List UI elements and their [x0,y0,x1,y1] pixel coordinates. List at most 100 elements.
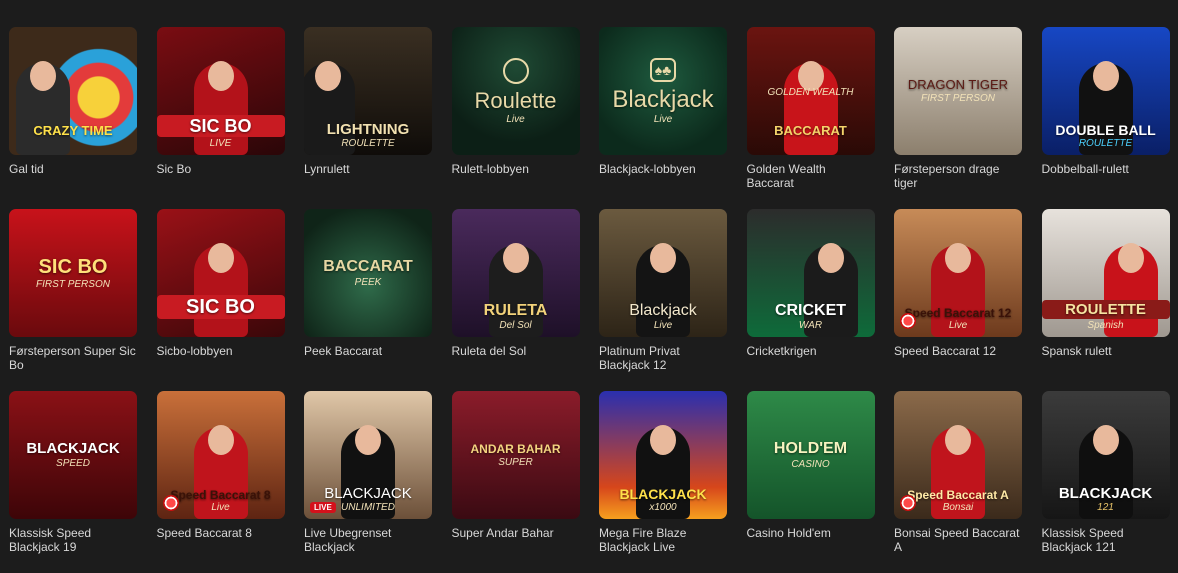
game-grid: CRAZY TIME Gal tid SIC BO LIVE Sic Bo LIGHTNI… [9,27,1170,573]
game-title[interactable]: Live Ubegrenset Blackjack [304,526,432,554]
game-logo: SIC BO [38,255,108,278]
game-tile-klassisk-speed-blackjack-121[interactable]: BLACKJACK 121 Klassisk Speed Blackjack 121 [1041,391,1170,573]
game-thumbnail[interactable]: CRAZY TIME [9,27,137,155]
casino-chip-icon [900,495,916,511]
game-tile-dobbelball-rulett[interactable]: DOUBLE BALL ROULETTE Dobbelball-rulett [1041,27,1170,209]
game-title[interactable]: Speed Baccarat 8 [157,526,285,540]
game-tile-cricketkrigen[interactable]: CRICKET WAR Cricketkrigen [746,209,875,391]
game-thumbnail[interactable]: LIGHTNING ROULETTE [304,27,432,155]
game-logo-subtitle: Spanish [1087,320,1124,331]
game-logo-subtitle: Live [506,113,525,125]
game-thumbnail[interactable]: BLACKJACK SPEED [9,391,137,519]
game-title[interactable]: Golden Wealth Baccarat [747,162,875,190]
game-tile-platinum-privat-blackjack-12[interactable]: Blackjack Live Platinum Privat Blackjack 1… [599,209,727,391]
game-thumbnail[interactable]: CRICKET WAR [746,209,875,337]
game-tile-gal-tid[interactable]: CRAZY TIME Gal tid [9,27,137,209]
game-thumbnail[interactable]: ROULETTE Spanish [1041,209,1170,337]
game-logo: BLACKJACK [1058,485,1153,502]
game-title[interactable]: Mega Fire Blaze Blackjack Live [599,526,727,554]
game-logo: Roulette [474,87,557,113]
game-tile-bonsai-speed-baccarat-a[interactable]: Speed Baccarat A Bonsai Bonsai Speed Bacca… [894,391,1022,573]
game-thumbnail[interactable]: RULETA Del Sol [451,209,580,337]
game-title[interactable]: Lynrulett [304,162,432,176]
game-logo: SIC BO [156,295,285,319]
game-thumbnail[interactable]: DOUBLE BALL ROULETTE [1041,27,1170,155]
game-title[interactable]: Sicbo-lobbyen [157,344,285,358]
game-thumbnail[interactable]: BACCARAT PEEK [304,209,432,337]
casino-chip-icon [162,495,179,511]
game-tile-blackjack-lobbyen[interactable]: ♠♣ Blackjack Live Blackjack-lobbyen [599,27,727,209]
game-logo: RULETA [483,302,548,319]
game-tile-sicbo-lobbyen[interactable]: SIC BO Sicbo-lobbyen [156,209,285,391]
game-title[interactable]: Klassisk Speed Blackjack 19 [9,526,137,554]
game-title[interactable]: Bonsai Speed Baccarat A [894,526,1022,554]
game-title[interactable]: Speed Baccarat 12 [894,344,1022,358]
game-tile-klassisk-speed-blackjack-19[interactable]: BLACKJACK SPEED Klassisk Speed Blackjack 1… [9,391,137,573]
game-logo: BLACKJACK [324,485,412,502]
game-title[interactable]: Førsteperson Super Sic Bo [9,344,137,372]
cards-icon: ♠♣ [649,57,677,82]
game-thumbnail[interactable]: Blackjack Live [599,209,727,337]
game-tile-live-ubegrenset-blackjack[interactable]: BLACKJACK UNLIMITED LIVE Live Ubegrenset Bl… [304,391,432,573]
game-logo-subtitle: CASINO [791,458,830,470]
game-thumbnail[interactable]: Speed Baccarat 8 Live [156,391,285,519]
game-title[interactable]: Ruleta del Sol [452,344,580,358]
game-title[interactable]: Sic Bo [157,162,285,176]
game-logo: BLACKJACK [26,440,120,457]
game-thumbnail[interactable]: BLACKJACK UNLIMITED LIVE [304,391,432,519]
game-tile-speed-baccarat-8[interactable]: Speed Baccarat 8 Live Speed Baccarat 8 [156,391,285,573]
game-logo-subtitle: Del Sol [499,320,532,331]
game-tile-f-rsteperson-drage-tiger[interactable]: DRAGON TIGER FIRST PERSON Førsteperson dra… [894,27,1022,209]
game-thumbnail[interactable]: SIC BO FIRST PERSON [9,209,137,337]
game-logo: ANDAR BAHAR [470,441,561,456]
game-title[interactable]: Rulett-lobbyen [452,162,580,176]
game-tile-f-rsteperson-super-sic-bo[interactable]: SIC BO FIRST PERSON Førsteperson Super Sic… [9,209,137,391]
game-tile-lynrulett[interactable]: LIGHTNING ROULETTE Lynrulett [304,27,432,209]
game-logo: ROULETTE [1041,300,1170,319]
game-thumbnail[interactable]: BLACKJACK x1000 [599,391,727,519]
game-title[interactable]: Blackjack-lobbyen [599,162,727,176]
game-thumbnail[interactable]: BLACKJACK 121 [1041,391,1170,519]
game-title[interactable]: Platinum Privat Blackjack 12 [599,344,727,372]
game-tile-mega-fire-blaze-blackjack-live[interactable]: BLACKJACK x1000 Mega Fire Blaze Blackjack … [599,391,727,573]
game-thumbnail[interactable]: ANDAR BAHAR SUPER [451,391,580,519]
game-tile-super-andar-bahar[interactable]: ANDAR BAHAR SUPER Super Andar Bahar [451,391,580,573]
game-logo-subtitle: Live [653,320,673,331]
game-tile-golden-wealth-baccarat[interactable]: GOLDEN WEALTH BACCARAT Golden Wealth Bacca… [746,27,875,209]
game-title[interactable]: Dobbelball-rulett [1042,162,1170,176]
game-thumbnail[interactable]: GOLDEN WEALTH BACCARAT [746,27,875,155]
game-logo-subtitle: SPEED [56,458,90,469]
game-title[interactable]: Casino Hold'em [747,526,875,540]
game-tile-rulett-lobbyen[interactable]: Roulette Live Rulett-lobbyen [451,27,580,209]
game-tile-casino-hold-em[interactable]: HOLD'EM CASINO Casino Hold'em [746,391,875,573]
game-title[interactable]: Cricketkrigen [747,344,875,358]
game-title[interactable]: Gal tid [9,162,137,176]
roulette-wheel-icon [502,57,529,84]
game-logo-subtitle: WAR [798,320,823,331]
game-thumbnail[interactable]: DRAGON TIGER FIRST PERSON [894,27,1022,155]
game-thumbnail[interactable]: SIC BO [156,209,285,337]
game-tile-spansk-rulett[interactable]: ROULETTE Spanish Spansk rulett [1041,209,1170,391]
game-logo-subtitle: SUPER [498,456,533,468]
game-tile-ruleta-del-sol[interactable]: RULETA Del Sol Ruleta del Sol [451,209,580,391]
game-title[interactable]: Klassisk Speed Blackjack 121 [1042,526,1170,554]
game-thumbnail[interactable]: ♠♣ Blackjack Live [599,27,727,155]
game-thumbnail[interactable]: Speed Baccarat 12 Live [894,209,1022,337]
game-title[interactable]: Spansk rulett [1042,344,1170,358]
game-thumbnail[interactable]: Roulette Live [451,27,580,155]
game-thumbnail[interactable]: HOLD'EM CASINO [746,391,875,519]
game-title[interactable]: Førsteperson drage tiger [894,162,1022,190]
dealer-figure [783,61,838,155]
game-title[interactable]: Peek Baccarat [304,344,432,358]
game-logo-subtitle: Live [653,113,673,125]
game-tile-sic-bo[interactable]: SIC BO LIVE Sic Bo [156,27,285,209]
game-thumbnail[interactable]: Speed Baccarat A Bonsai [894,391,1022,519]
game-logo-subtitle: GOLDEN WEALTH [767,86,854,98]
game-logo-subtitle: FIRST PERSON [36,278,110,290]
game-title[interactable]: Super Andar Bahar [452,526,580,540]
game-tile-peek-baccarat[interactable]: BACCARAT PEEK Peek Baccarat [304,209,432,391]
game-logo: CRICKET [774,302,847,319]
game-tile-speed-baccarat-12[interactable]: Speed Baccarat 12 Live Speed Baccarat 12 [894,209,1022,391]
game-logo-subtitle: 121 [1097,502,1114,513]
game-thumbnail[interactable]: SIC BO LIVE [156,27,285,155]
